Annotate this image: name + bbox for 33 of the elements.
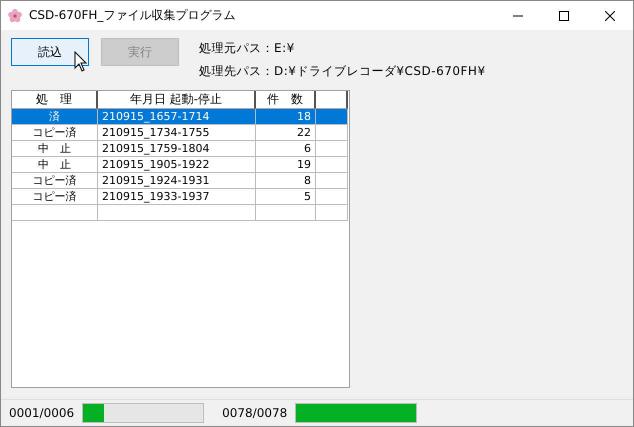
table-cell: 210915_1924-1931 (98, 173, 256, 189)
table-cell (256, 205, 316, 221)
column-header[interactable] (316, 91, 348, 109)
close-icon (605, 10, 615, 20)
table-cell: 210915_1734-1755 (98, 125, 256, 141)
column-header[interactable]: 年月日 起動-停止 (98, 91, 256, 109)
table-cell: 210915_1759-1804 (98, 141, 256, 157)
table-cell: 210915_1657-1714 (98, 109, 256, 125)
load-button[interactable]: 読込 (11, 38, 89, 66)
table-cell: 19 (256, 157, 316, 173)
table-cell: 8 (256, 173, 316, 189)
table-cell: コピー済 (12, 189, 98, 205)
table-cell: コピー済 (12, 173, 98, 189)
table-cell: 210915_1933-1937 (98, 189, 256, 205)
window-title: CSD-670FH_ファイル収集プログラム (29, 7, 236, 24)
flower-icon (7, 8, 23, 24)
table-cell: 5 (256, 189, 316, 205)
progress-count: 0078/0078 (221, 406, 288, 420)
cursor-icon (74, 51, 88, 73)
maximize-icon (559, 10, 569, 20)
column-header[interactable]: 処 理 (12, 91, 98, 109)
table-cell: 210915_1905-1922 (98, 157, 256, 173)
progress-count: 0001/0006 (8, 406, 76, 420)
table-cell: 済 (12, 109, 98, 125)
path-label: 処理先パス：D:¥ドライブレコーダ¥CSD-670FH¥ (199, 63, 486, 80)
path-label: 処理元パス：E:¥ (199, 40, 296, 57)
table-cell: 22 (256, 125, 316, 141)
table-cell: 18 (256, 109, 316, 125)
table-cell: コピー済 (12, 125, 98, 141)
table-cell: 6 (256, 141, 316, 157)
table-cell: 中 止 (12, 141, 98, 157)
table-cell: 中 止 (12, 157, 98, 173)
column-header[interactable]: 件 数 (256, 91, 316, 109)
